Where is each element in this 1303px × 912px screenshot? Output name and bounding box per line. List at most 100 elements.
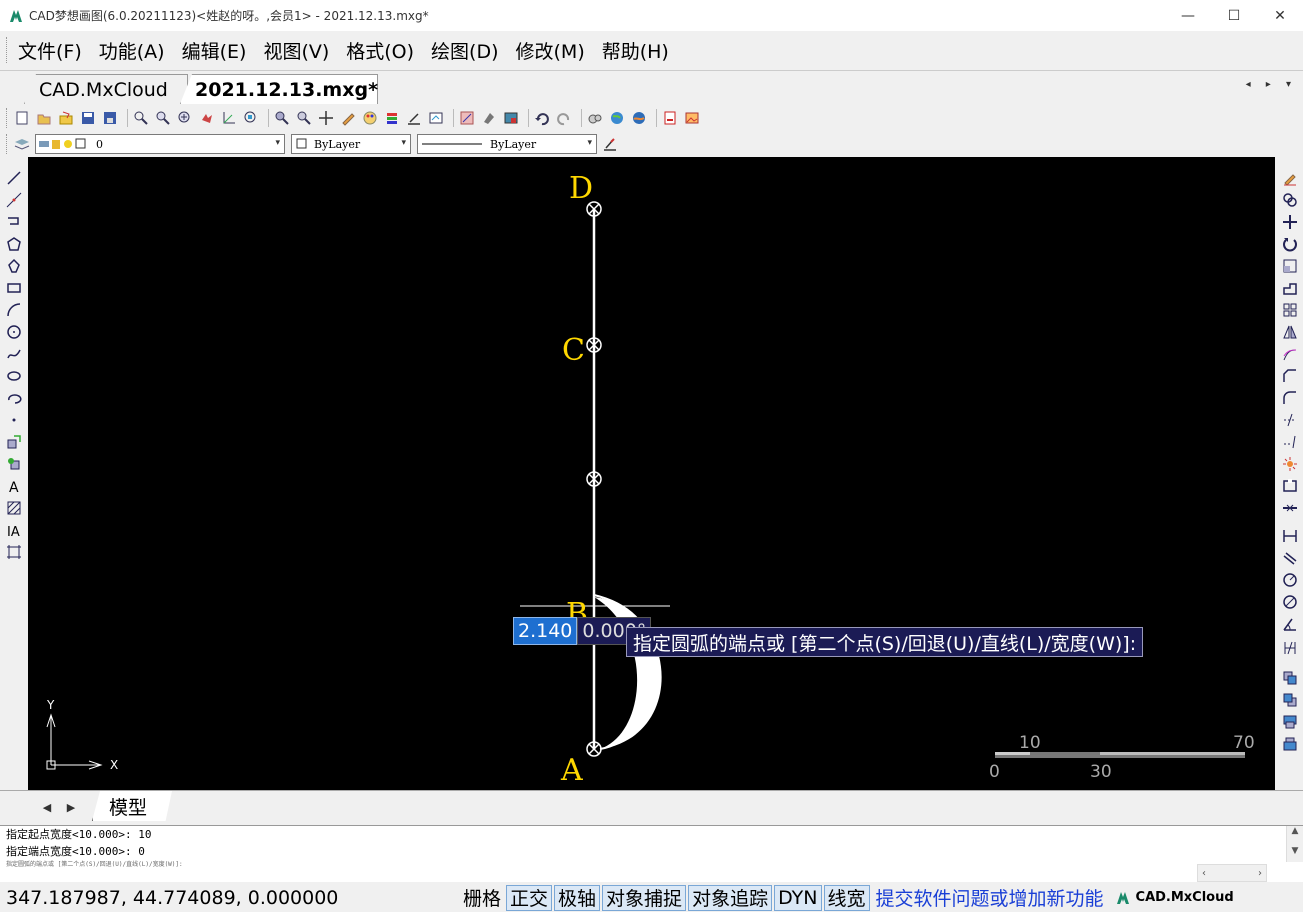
zoom-in-icon[interactable] bbox=[176, 109, 194, 127]
copy-tool-icon[interactable] bbox=[1281, 191, 1299, 209]
menu-modify[interactable]: 修改(M) bbox=[516, 37, 585, 64]
pan-icon[interactable] bbox=[198, 109, 216, 127]
cloud-icon[interactable] bbox=[586, 109, 604, 127]
pdf-export-icon[interactable] bbox=[661, 109, 679, 127]
polar-toggle[interactable]: 极轴 bbox=[554, 884, 601, 911]
plot-icon[interactable] bbox=[458, 109, 476, 127]
lineweight-icon[interactable] bbox=[601, 135, 619, 153]
erase-tool-icon[interactable] bbox=[1281, 169, 1299, 187]
ellipse-arc-tool-icon[interactable] bbox=[5, 389, 23, 407]
zoom-out-icon[interactable] bbox=[154, 109, 172, 127]
web-globe-icon[interactable] bbox=[630, 109, 648, 127]
menu-function[interactable]: 功能(A) bbox=[99, 37, 165, 64]
grid-toggle[interactable]: 栅格 bbox=[460, 885, 504, 911]
menu-draw[interactable]: 绘图(D) bbox=[431, 37, 498, 64]
feedback-link[interactable]: 提交软件问题或增加新功能 bbox=[876, 884, 1104, 911]
polygon-tool-icon[interactable] bbox=[5, 235, 23, 253]
command-input-line[interactable]: 指定圆弧的端点或 [第二个点(S)/回退(U)/直线(L)/宽度(W)]: bbox=[0, 860, 1303, 870]
linetype-select[interactable]: ByLayer ▾ bbox=[417, 134, 597, 154]
chevron-down-icon[interactable]: ▾ bbox=[275, 138, 280, 148]
layout-prev-button[interactable]: ◀ bbox=[38, 797, 56, 817]
screenshot-icon[interactable] bbox=[502, 109, 520, 127]
region-tool-icon[interactable] bbox=[5, 543, 23, 561]
dim-radius-icon[interactable] bbox=[1281, 571, 1299, 589]
drawing-canvas[interactable]: D C B A Y X 10 70 0 30 bbox=[28, 157, 1275, 790]
menu-file[interactable]: 文件(F) bbox=[18, 37, 82, 64]
dim-diameter-icon[interactable] bbox=[1281, 593, 1299, 611]
rectangle-tool-icon[interactable] bbox=[5, 279, 23, 297]
zoom-extents-icon[interactable] bbox=[273, 109, 291, 127]
new-file-icon[interactable] bbox=[13, 109, 31, 127]
lineweight-toggle[interactable]: 线宽 bbox=[823, 884, 870, 911]
offset-tool-icon[interactable] bbox=[1281, 345, 1299, 363]
maximize-button[interactable]: ☐ bbox=[1211, 0, 1257, 31]
text-tool-icon[interactable]: A bbox=[5, 477, 23, 495]
print-preview-icon[interactable] bbox=[480, 109, 498, 127]
osnap-toggle[interactable]: 对象捕捉 bbox=[602, 884, 687, 911]
ucs-icon[interactable] bbox=[220, 109, 238, 127]
chamfer-tool-icon[interactable] bbox=[1281, 367, 1299, 385]
globe-icon[interactable] bbox=[608, 109, 626, 127]
mtext-tool-icon[interactable]: IA bbox=[5, 521, 23, 539]
dyn-value-input[interactable]: 2.140 bbox=[513, 617, 578, 645]
draw-order-above-icon[interactable] bbox=[1281, 713, 1299, 731]
layer-select[interactable]: 0 ▾ bbox=[35, 134, 285, 154]
menu-view[interactable]: 视图(V) bbox=[263, 37, 329, 64]
color-select[interactable]: ByLayer ▾ bbox=[291, 134, 411, 154]
insert-block-icon[interactable] bbox=[5, 433, 23, 451]
explode-tool-icon[interactable] bbox=[1281, 455, 1299, 473]
match-properties-icon[interactable] bbox=[405, 109, 423, 127]
color-palette-icon[interactable] bbox=[361, 109, 379, 127]
trim-tool-icon[interactable] bbox=[1281, 411, 1299, 429]
join-tool-icon[interactable] bbox=[1281, 499, 1299, 517]
dim-linear-icon[interactable] bbox=[1281, 527, 1299, 545]
open-folder-icon[interactable] bbox=[57, 109, 75, 127]
toolbar-grip[interactable] bbox=[6, 108, 9, 128]
layers-icon[interactable] bbox=[383, 109, 401, 127]
move-view-icon[interactable] bbox=[317, 109, 335, 127]
arc-tool-icon[interactable] bbox=[5, 301, 23, 319]
circle-tool-icon[interactable] bbox=[5, 323, 23, 341]
break-tool-icon[interactable] bbox=[1281, 477, 1299, 495]
stretch-tool-icon[interactable] bbox=[1281, 279, 1299, 297]
close-button[interactable]: ✕ bbox=[1257, 0, 1303, 31]
tab-model[interactable]: 模型 bbox=[92, 791, 172, 821]
extend-tool-icon[interactable] bbox=[1281, 433, 1299, 451]
menu-format[interactable]: 格式(O) bbox=[346, 37, 414, 64]
undo-icon[interactable] bbox=[533, 109, 551, 127]
move-tool-icon[interactable] bbox=[1281, 213, 1299, 231]
zoom-previous-icon[interactable] bbox=[295, 109, 313, 127]
tab-cad-mxcloud[interactable]: CAD.MxCloud bbox=[24, 74, 188, 104]
zoom-window-icon[interactable] bbox=[242, 109, 260, 127]
dim-angular-icon[interactable] bbox=[1281, 615, 1299, 633]
pen-icon[interactable] bbox=[339, 109, 357, 127]
menu-edit[interactable]: 编辑(E) bbox=[182, 37, 247, 64]
mirror-tool-icon[interactable] bbox=[1281, 323, 1299, 341]
dyn-toggle[interactable]: DYN bbox=[774, 884, 822, 911]
open-file-icon[interactable] bbox=[35, 109, 53, 127]
image-export-icon[interactable] bbox=[683, 109, 701, 127]
fillet-tool-icon[interactable] bbox=[1281, 389, 1299, 407]
make-block-icon[interactable] bbox=[5, 455, 23, 473]
drawing-svg[interactable]: D C B A Y X 10 70 0 30 bbox=[28, 157, 1275, 790]
rotate-tool-icon[interactable] bbox=[1281, 235, 1299, 253]
minimize-button[interactable]: — bbox=[1165, 0, 1211, 31]
layer-manager-icon[interactable] bbox=[13, 135, 31, 153]
scroll-left-icon[interactable]: ‹ bbox=[1202, 868, 1206, 879]
draw-order-below-icon[interactable] bbox=[1281, 735, 1299, 753]
command-scrollbar[interactable]: ▲ ▼ bbox=[1286, 826, 1303, 862]
chevron-down-icon[interactable]: ▾ bbox=[401, 138, 406, 148]
tab-current-drawing[interactable]: 2021.12.13.mxg* bbox=[180, 74, 378, 104]
menu-grip[interactable] bbox=[6, 37, 10, 63]
properties-icon[interactable] bbox=[427, 109, 445, 127]
xline-tool-icon[interactable] bbox=[5, 191, 23, 209]
array-tool-icon[interactable] bbox=[1281, 301, 1299, 319]
save-icon[interactable] bbox=[79, 109, 97, 127]
scroll-right-icon[interactable]: › bbox=[1258, 868, 1262, 879]
menu-help[interactable]: 帮助(H) bbox=[602, 37, 669, 64]
command-horizontal-scrollbar[interactable]: ‹ › bbox=[1197, 864, 1267, 882]
spline-tool-icon[interactable] bbox=[5, 345, 23, 363]
draw-order-back-icon[interactable] bbox=[1281, 691, 1299, 709]
dim-aligned-icon[interactable] bbox=[1281, 549, 1299, 567]
hatch-tool-icon[interactable] bbox=[5, 499, 23, 517]
